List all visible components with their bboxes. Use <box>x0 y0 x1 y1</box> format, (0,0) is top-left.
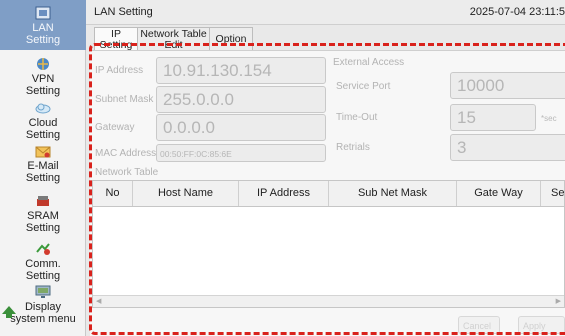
sidebar-item-label: E-Mail Setting <box>25 160 61 184</box>
cloud-icon <box>35 103 51 114</box>
subnet-mask-label: Subnet Mask <box>95 94 154 105</box>
mac-address-field: 00:50:FF:0C:85:6E <box>156 144 326 162</box>
scroll-down-icon[interactable] <box>2 306 16 318</box>
display-icon <box>35 285 51 298</box>
email-icon <box>35 146 51 158</box>
sidebar-item-label: SRAM Setting <box>25 210 61 234</box>
sidebar-item-sram[interactable]: SRAM Setting <box>0 194 86 236</box>
tab-label: Network Table Edit <box>140 28 207 51</box>
service-port-label: Service Port <box>336 81 391 92</box>
gateway-label: Gateway <box>95 122 135 133</box>
timeout-unit: *sec <box>541 114 557 123</box>
sidebar-item-cloud[interactable]: Cloud Setting <box>0 101 86 141</box>
external-access-title: External Access <box>333 57 405 68</box>
sidebar-item-email[interactable]: E-Mail Setting <box>0 144 86 186</box>
tab-ip-setting[interactable]: IP Setting <box>94 27 138 51</box>
service-port-field[interactable]: 10000 <box>450 72 565 99</box>
sidebar-item-lan[interactable]: LAN Setting <box>0 0 86 50</box>
lan-icon <box>35 6 51 20</box>
sram-icon <box>37 196 49 206</box>
datetime-display: 2025-07-04 23:11:5 <box>469 6 565 18</box>
sidebar-item-label: Comm. Setting <box>25 258 61 282</box>
sidebar-item-label: Display system menu <box>10 301 76 325</box>
ip-address-label: IP Address <box>95 65 144 76</box>
sidebar-item-label: LAN Setting <box>25 22 61 46</box>
cancel-button[interactable]: Cancel <box>458 316 500 334</box>
sidebar: LAN Setting VPN Setting Cloud Setting E-… <box>0 0 86 336</box>
sidebar-item-label: VPN Setting <box>25 73 61 97</box>
tab-label: Option <box>215 33 247 45</box>
title-bar: LAN Setting 2025-07-04 23:11:5 <box>86 0 565 25</box>
scroll-right-icon[interactable]: ▶ <box>556 297 561 305</box>
retrials-label: Retrials <box>336 142 370 153</box>
mac-address-label: MAC Address <box>95 148 157 159</box>
column-header-service[interactable]: Se <box>541 181 564 206</box>
column-header-no[interactable]: No <box>93 181 133 206</box>
network-table[interactable]: No Host Name IP Address Sub Net Mask Gat… <box>92 180 565 308</box>
network-table-title: Network Table <box>95 167 159 178</box>
scroll-left-icon[interactable]: ◀ <box>96 297 101 305</box>
horizontal-scrollbar[interactable]: ◀ ▶ <box>93 295 564 307</box>
column-header-subnet-mask[interactable]: Sub Net Mask <box>329 181 457 206</box>
vpn-icon <box>37 58 49 70</box>
apply-button[interactable]: Apply <box>518 316 565 334</box>
sidebar-item-comm[interactable]: Comm. Setting <box>0 242 86 284</box>
sidebar-item-label: Cloud Setting <box>25 117 61 141</box>
tab-option[interactable]: Option <box>209 27 253 50</box>
table-header: No Host Name IP Address Sub Net Mask Gat… <box>93 181 564 207</box>
subnet-mask-field[interactable]: 255.0.0.0 <box>156 86 326 113</box>
gateway-field[interactable]: 0.0.0.0 <box>156 114 326 141</box>
column-header-host-name[interactable]: Host Name <box>133 181 239 206</box>
tab-label: IP Setting <box>99 28 133 51</box>
ip-address-field[interactable]: 10.91.130.154 <box>156 57 326 84</box>
timeout-field[interactable]: 15 <box>450 104 536 131</box>
column-header-gateway[interactable]: Gate Way <box>457 181 541 206</box>
page-title: LAN Setting <box>94 6 153 18</box>
column-header-ip-address[interactable]: IP Address <box>239 181 329 206</box>
sidebar-item-vpn[interactable]: VPN Setting <box>0 57 86 97</box>
comm-icon <box>36 243 50 255</box>
tab-network-table-edit[interactable]: Network Table Edit <box>137 27 210 51</box>
timeout-label: Time-Out <box>336 112 378 123</box>
retrials-field[interactable]: 3 <box>450 134 565 161</box>
